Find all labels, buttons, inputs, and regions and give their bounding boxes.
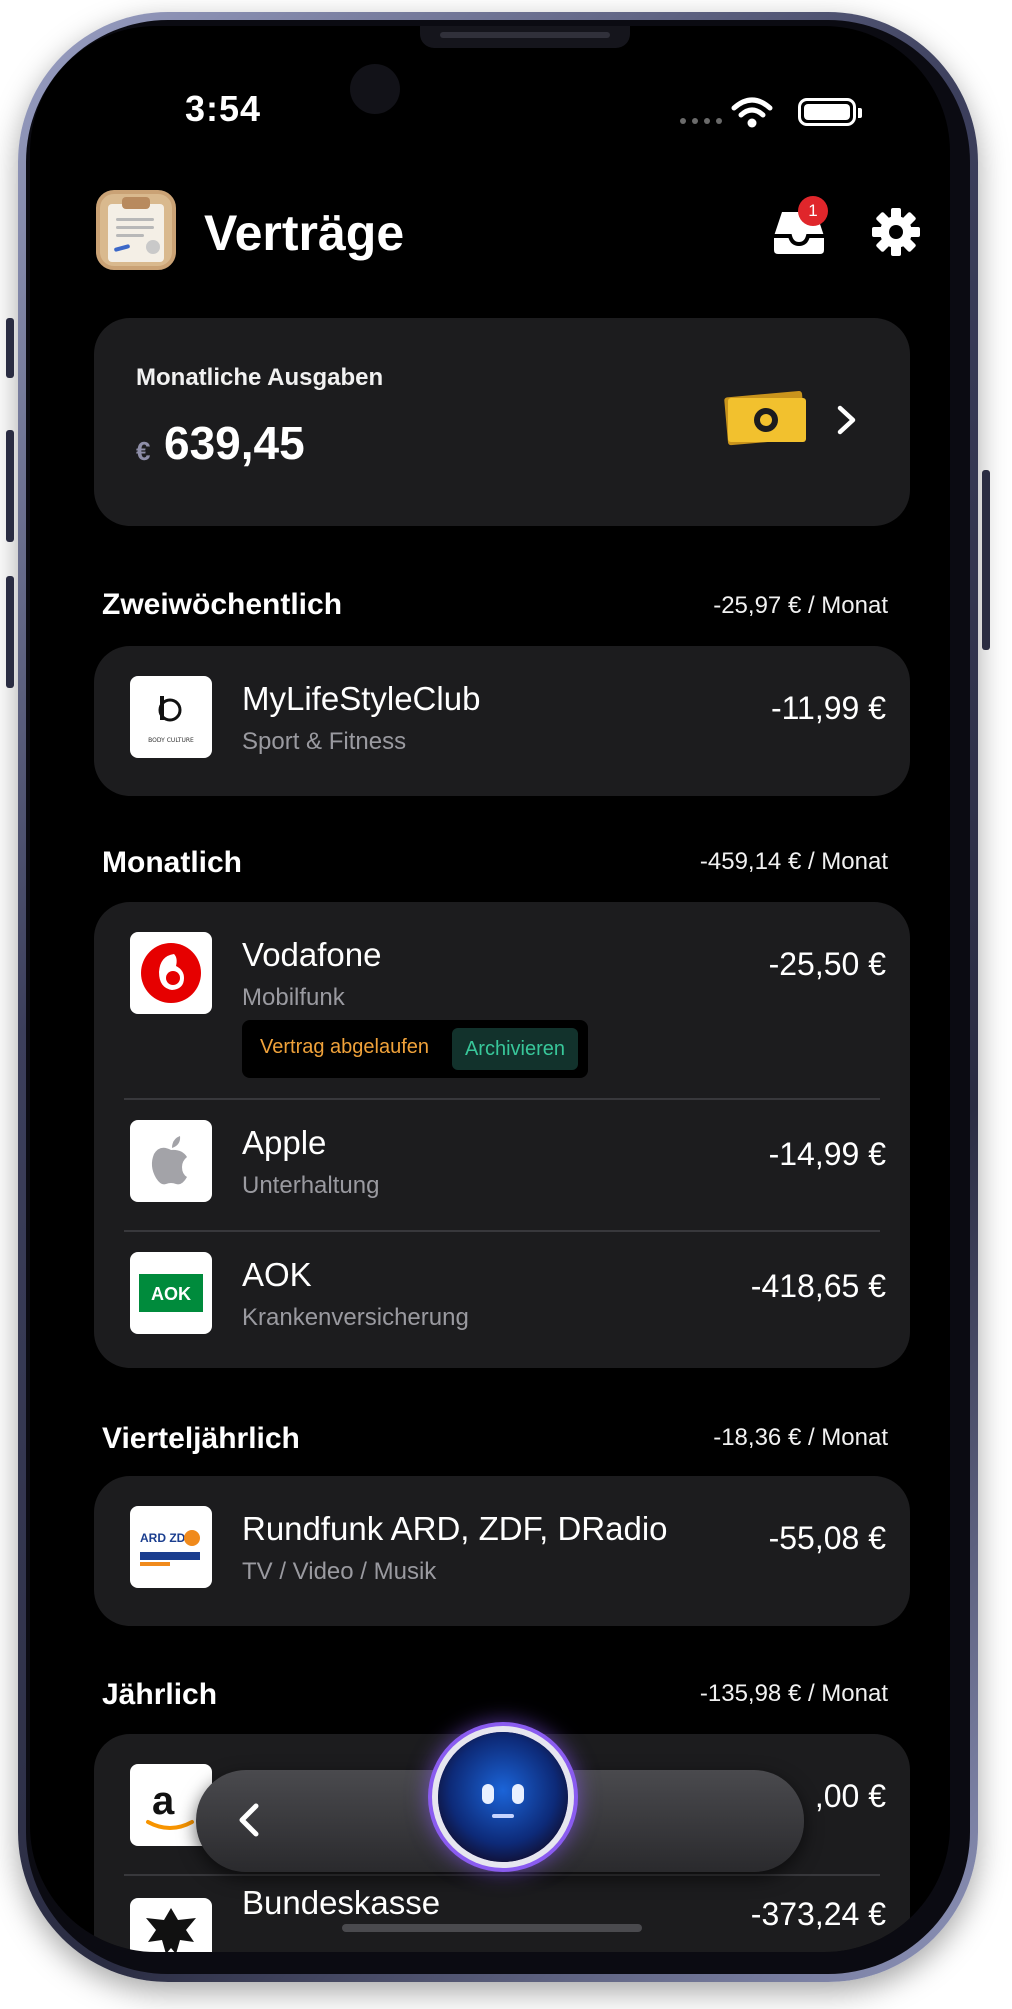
section-title-yearly: Jährlich [102, 1678, 218, 1711]
section-title-monthly: Monatlich [102, 846, 242, 879]
section-total-quarterly: -18,36 € / Monat [713, 1424, 888, 1451]
contract-amount: -11,99 € [770, 690, 886, 726]
contract-row[interactable]: ARD ZDF Rundfunk ARD, ZDF, DRadio TV / V… [94, 1476, 910, 1626]
status-time: 3:54 [185, 88, 262, 129]
aok-logo: AOK [130, 1252, 212, 1334]
contract-row[interactable]: BODY CULTURE MyLifeStyleClub Sport & Fit… [94, 646, 910, 796]
section-total-biweekly: -25,97 € / Monat [713, 592, 888, 619]
apple-logo [130, 1120, 212, 1202]
summary-label: Monatliche Ausgaben [136, 364, 384, 391]
body-culture-logo: BODY CULTURE [130, 676, 212, 758]
section-card-monthly: Vodafone Mobilfunk -25,50 € Vertrag abge… [94, 902, 910, 1368]
contract-category: Sport & Fitness [242, 728, 407, 755]
contract-amount: -418,65 € [750, 1268, 886, 1304]
ard-zdf-logo: ARD ZDF [130, 1506, 212, 1588]
contract-name: MyLifeStyleClub [242, 680, 481, 717]
speaker [420, 26, 630, 48]
notification-badge: 1 [798, 196, 828, 226]
contract-amount: -25,50 € [768, 946, 886, 982]
contract-name: Apple [242, 1124, 327, 1161]
contract-row[interactable]: Apple Unterhaltung -14,99 € [94, 1100, 910, 1230]
contract-name: AOK [242, 1256, 312, 1293]
gear-icon[interactable] [870, 206, 922, 258]
chevron-left-icon[interactable] [230, 1800, 266, 1840]
wifi-icon [731, 97, 773, 128]
contract-category: Mobilfunk [242, 984, 345, 1011]
contract-name: Vodafone [242, 936, 382, 973]
svg-text:a: a [152, 1779, 175, 1823]
section-title-quarterly: Vierteljährlich [102, 1422, 300, 1455]
bundesadler-logo [130, 1898, 212, 1952]
contract-amount: -55,08 € [768, 1520, 886, 1556]
contract-row[interactable]: Bundeskasse -373,24 € [94, 1876, 910, 1952]
contract-amount: ,00 € [814, 1778, 886, 1814]
contract-name: Bundeskasse [242, 1884, 441, 1921]
contract-category: Unterhaltung [242, 1172, 380, 1199]
contract-row[interactable]: AOK AOK Krankenversicherung -418,65 € [94, 1232, 910, 1368]
home-indicator[interactable] [342, 1924, 642, 1932]
mute-switch [6, 318, 14, 378]
vodafone-logo [130, 932, 212, 1014]
volume-down-button [6, 576, 14, 688]
contract-amount: -373,24 € [750, 1896, 886, 1932]
section-total-yearly: -135,98 € / Monat [699, 1680, 888, 1707]
cash-icon [724, 391, 806, 446]
app-icon [96, 190, 176, 270]
monthly-total: 639,45 [164, 417, 305, 469]
archive-button[interactable]: Archivieren [452, 1028, 578, 1070]
assistant-icon[interactable] [438, 1732, 568, 1862]
screen: 3:54 Verträge 1 Monatliche Ausgaben € 63… [30, 26, 950, 1952]
power-button [982, 470, 990, 650]
signal-dots [680, 118, 722, 124]
currency-symbol: € [136, 436, 151, 466]
section-card-biweekly: BODY CULTURE MyLifeStyleClub Sport & Fit… [94, 646, 910, 796]
contract-name: Rundfunk ARD, ZDF, DRadio [242, 1510, 668, 1547]
volume-up-button [6, 430, 14, 542]
contract-category: Krankenversicherung [242, 1304, 469, 1331]
svg-text:BODY CULTURE: BODY CULTURE [148, 737, 194, 744]
expired-notice: Vertrag abgelaufen Archivieren [242, 1020, 588, 1078]
svg-text:AOK: AOK [151, 1284, 191, 1304]
chevron-right-icon [837, 405, 856, 435]
front-camera [350, 64, 400, 114]
contract-row[interactable]: Vodafone Mobilfunk -25,50 € Vertrag abge… [94, 902, 910, 1100]
section-title-biweekly: Zweiwöchentlich [102, 588, 343, 621]
page-title: Verträge [204, 205, 405, 261]
battery-icon [798, 98, 862, 126]
section-card-quarterly: ARD ZDF Rundfunk ARD, ZDF, DRadio TV / V… [94, 1476, 910, 1626]
section-total-monthly: -459,14 € / Monat [699, 848, 888, 875]
contract-amount: -14,99 € [768, 1136, 886, 1172]
expired-label: Vertrag abgelaufen [260, 1036, 430, 1058]
monthly-spending-card[interactable]: Monatliche Ausgaben € 639,45 [94, 318, 910, 526]
contract-category: TV / Video / Musik [242, 1558, 437, 1585]
